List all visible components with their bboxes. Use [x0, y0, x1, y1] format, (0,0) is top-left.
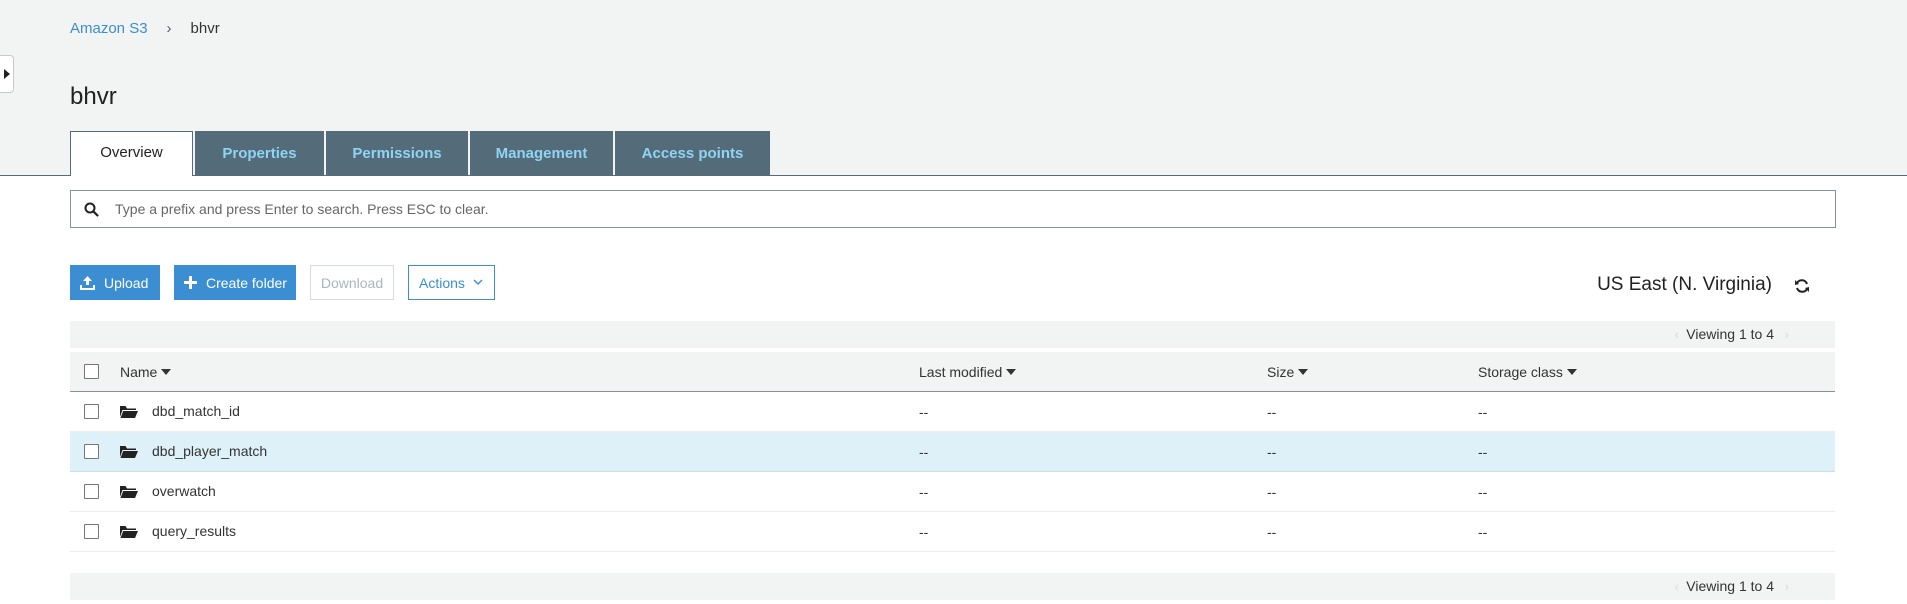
create-folder-button-label: Create folder — [206, 274, 287, 291]
pagination-top: ‹ Viewing 1 to 4 › — [70, 321, 1835, 348]
last-modified-cell: -- — [919, 484, 929, 500]
folder-name-link[interactable]: query_results — [152, 523, 236, 539]
column-header-name[interactable]: Name — [120, 364, 172, 380]
pagination-bottom-label: Viewing 1 to 4 — [1686, 578, 1774, 594]
folder-name-link[interactable]: dbd_match_id — [152, 403, 240, 419]
storage-class-cell: -- — [1478, 404, 1488, 420]
previous-page-icon[interactable]: ‹ — [1675, 579, 1679, 594]
last-modified-cell: -- — [919, 524, 929, 540]
storage-class-cell: -- — [1478, 444, 1488, 460]
storage-class-cell: -- — [1478, 484, 1488, 500]
upload-button-label: Upload — [104, 274, 149, 291]
tab-management[interactable]: Management — [470, 131, 613, 175]
row-checkbox[interactable] — [84, 484, 99, 499]
tab-bar: Overview Properties Permissions Manageme… — [70, 131, 772, 176]
objects-table: Name Last modified Size Storage class db… — [70, 352, 1835, 552]
search-input[interactable] — [111, 201, 1835, 217]
breadcrumb: Amazon S3 › bhvr — [70, 20, 220, 37]
caret-down-icon — [1006, 369, 1017, 375]
folder-open-icon — [120, 406, 138, 418]
tab-access-points[interactable]: Access points — [615, 131, 770, 175]
refresh-icon[interactable] — [1794, 278, 1810, 299]
last-modified-cell: -- — [919, 404, 929, 420]
upload-icon — [80, 275, 95, 290]
plus-icon — [184, 276, 197, 289]
tab-overview[interactable]: Overview — [70, 131, 193, 176]
folder-name-link[interactable]: overwatch — [152, 483, 216, 499]
select-all-checkbox[interactable] — [84, 364, 99, 379]
caret-right-icon — [3, 69, 10, 79]
breadcrumb-separator: › — [166, 20, 172, 37]
row-checkbox[interactable] — [84, 404, 99, 419]
page-title: bhvr — [70, 83, 117, 110]
last-modified-cell: -- — [919, 444, 929, 460]
column-header-storage-class[interactable]: Storage class — [1478, 364, 1577, 380]
download-button[interactable]: Download — [310, 265, 394, 300]
actions-button[interactable]: Actions — [408, 265, 495, 300]
row-checkbox[interactable] — [84, 524, 99, 539]
previous-page-icon[interactable]: ‹ — [1675, 327, 1679, 342]
region-label: US East (N. Virginia) — [1597, 274, 1772, 295]
storage-class-cell: -- — [1478, 524, 1488, 540]
column-header-size-label: Size — [1267, 364, 1295, 380]
folder-open-icon — [120, 446, 138, 458]
table-row[interactable]: dbd_player_match -- -- -- — [70, 432, 1835, 472]
pagination-bottom: ‹ Viewing 1 to 4 › — [70, 573, 1835, 600]
column-header-last-modified-label: Last modified — [919, 364, 1003, 380]
column-header-name-label: Name — [120, 364, 158, 380]
table-header: Name Last modified Size Storage class — [70, 352, 1835, 392]
breadcrumb-current: bhvr — [190, 20, 220, 37]
tab-properties[interactable]: Properties — [195, 131, 324, 175]
column-header-last-modified[interactable]: Last modified — [919, 364, 1017, 380]
size-cell: -- — [1267, 444, 1277, 460]
next-page-icon[interactable]: › — [1785, 327, 1789, 342]
search-bar — [70, 190, 1836, 228]
caret-down-icon — [161, 369, 172, 375]
table-row[interactable]: query_results -- -- -- — [70, 512, 1835, 552]
caret-down-icon — [1298, 369, 1309, 375]
table-row[interactable]: dbd_match_id -- -- -- — [70, 392, 1835, 432]
upload-button[interactable]: Upload — [70, 265, 160, 300]
sidebar-toggle-button[interactable] — [0, 55, 14, 93]
folder-open-icon — [120, 486, 138, 498]
tab-permissions[interactable]: Permissions — [326, 131, 468, 175]
table-row[interactable]: overwatch -- -- -- — [70, 472, 1835, 512]
column-header-size[interactable]: Size — [1267, 364, 1309, 380]
next-page-icon[interactable]: › — [1785, 579, 1789, 594]
row-checkbox[interactable] — [84, 444, 99, 459]
folder-open-icon — [120, 526, 138, 538]
caret-down-icon — [1566, 369, 1577, 375]
actions-button-label: Actions — [419, 274, 465, 291]
size-cell: -- — [1267, 484, 1277, 500]
pagination-top-label: Viewing 1 to 4 — [1686, 326, 1774, 342]
folder-name-link[interactable]: dbd_player_match — [152, 443, 267, 459]
create-folder-button[interactable]: Create folder — [174, 265, 296, 300]
size-cell: -- — [1267, 404, 1277, 420]
search-icon — [71, 202, 111, 217]
breadcrumb-link-amazon-s3[interactable]: Amazon S3 — [70, 20, 148, 37]
size-cell: -- — [1267, 524, 1277, 540]
column-header-storage-class-label: Storage class — [1478, 364, 1563, 380]
chevron-down-icon — [473, 279, 483, 285]
